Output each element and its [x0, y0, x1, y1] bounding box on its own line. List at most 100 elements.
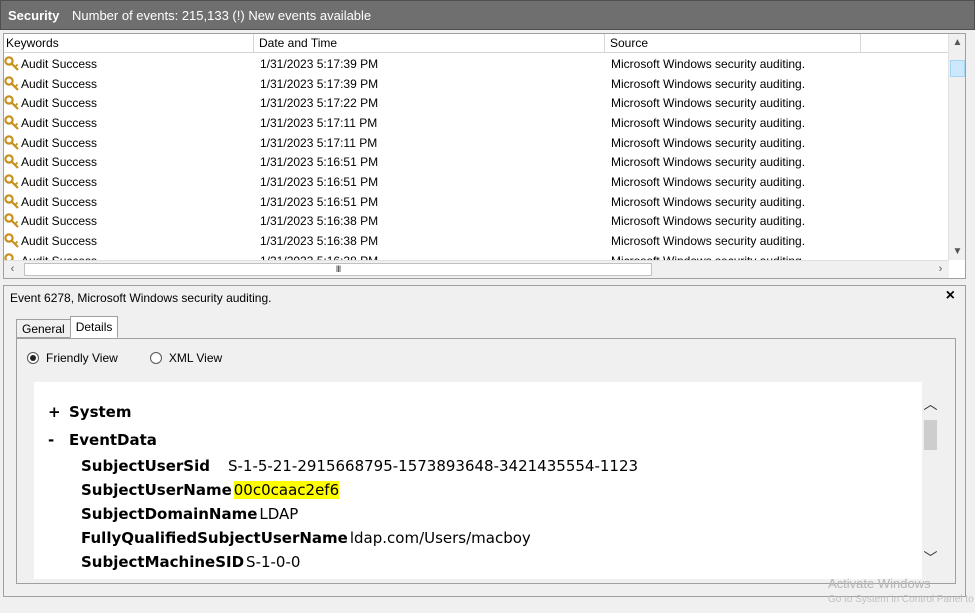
expand-icon[interactable]: + [48, 403, 69, 421]
scroll-up-arrow-icon[interactable]: ▲ [949, 34, 965, 51]
row-date-time: 1/31/2023 5:16:51 PM [260, 174, 379, 189]
chevron-up-icon[interactable]: ︿ [922, 394, 939, 412]
event-detail-title: Event 6278, Microsoft Windows security a… [10, 291, 272, 305]
friendly-view-radio[interactable]: Friendly View [27, 351, 118, 365]
row-source: Microsoft Windows security auditing. [611, 174, 806, 189]
list-vertical-scrollbar[interactable]: ▲ ▼ [948, 34, 965, 260]
row-keywords: Audit Success [4, 193, 259, 210]
column-header-keywords[interactable]: Keywords [4, 34, 254, 53]
tree-node-system[interactable]: + System [48, 403, 131, 421]
table-row[interactable]: Audit Success 1/31/2023 5:16:51 PM Microso… [4, 192, 947, 212]
keywords-value: Audit Success [21, 194, 98, 209]
hscroll-thumb[interactable]: III [24, 263, 652, 276]
tab-general[interactable]: General [16, 319, 71, 338]
row-source: Microsoft Windows security auditing. [611, 76, 806, 91]
table-row[interactable]: Audit Success 1/31/2023 5:17:11 PM Microso… [4, 133, 947, 153]
friendly-view-label: Friendly View [46, 351, 118, 365]
row-keywords: Audit Success [4, 134, 259, 151]
key-icon [4, 174, 20, 190]
event-data-field: FullyQualifiedSubjectUserName ldap.com/Us… [81, 529, 531, 547]
table-row[interactable]: Audit Success 1/31/2023 5:17:11 PM Microso… [4, 113, 947, 133]
event-rows: Audit Success 1/31/2023 5:17:39 PM Microso… [4, 54, 947, 260]
chevron-down-icon[interactable]: ﹀ [922, 548, 939, 566]
row-keywords: Audit Success [4, 115, 259, 131]
row-keywords: Audit Success [4, 213, 259, 229]
event-list[interactable]: Keywords Date and Time Source Audit Succ… [3, 33, 966, 279]
event-data-field: SubjectUserSid S-1-5-21-2915668795-157389… [81, 457, 638, 475]
column-header-extra[interactable] [861, 34, 949, 53]
detail-scroll-thumb[interactable] [924, 420, 937, 450]
row-source: Microsoft Windows security auditing. [611, 135, 806, 150]
friendly-view-content: + System - EventData SubjectUserSid S-1-5-2… [34, 382, 922, 579]
field-key: SubjectDomainName [81, 505, 258, 523]
table-row[interactable]: Audit Success1/31/2023 5:16:38 PMMicroso… [4, 212, 947, 232]
table-row[interactable]: Audit Success 1/31/2023 5:17:39 PM Microso… [4, 74, 947, 94]
table-row[interactable]: Audit Success 1/31/2023 5:16:51 PM Microso… [4, 172, 947, 192]
row-keywords: Audit Success [4, 233, 259, 249]
row-date-time: 1/31/2023 5:16:38 PM [260, 214, 379, 229]
details-tab-panel: Friendly View XML View + System - EventDat… [16, 338, 956, 584]
row-source: Microsoft Windows security auditing. [611, 115, 806, 130]
tree-node-eventdata[interactable]: - EventData [48, 431, 157, 449]
keywords-value: Audit Success [21, 214, 98, 229]
event-data-field: SubjectDomainName LDAP [81, 505, 298, 523]
row-keywords: Audit Success [4, 75, 259, 92]
view-mode-selector: Friendly View XML View [27, 351, 254, 365]
key-icon [4, 154, 20, 170]
event-detail-pane: Event 6278, Microsoft Windows security a… [3, 285, 966, 597]
field-key: SubjectUserName [81, 481, 232, 499]
detail-tabs: General Details [16, 316, 119, 338]
title-bar: Security Number of events: 215,133 (!) N… [0, 0, 975, 30]
scroll-down-arrow-icon[interactable]: ▼ [949, 243, 965, 260]
key-icon [4, 233, 20, 249]
row-source: Microsoft Windows security auditing. [611, 234, 806, 249]
row-date-time: 1/31/2023 5:17:11 PM [260, 115, 378, 130]
table-row[interactable]: Audit Success 1/31/2023 5:16:51 PM Microso… [4, 152, 947, 172]
detail-vertical-scrollbar[interactable]: ︿ ﹀ [922, 382, 939, 579]
keywords-value: Audit Success [21, 174, 98, 189]
field-value: S-1-0-0 [246, 553, 301, 571]
row-date-time: 1/31/2023 5:17:39 PM [260, 76, 379, 91]
table-row[interactable]: Audit Success1/31/2023 5:16:38 PMMicroso… [4, 251, 947, 260]
row-keywords: Audit Success [4, 95, 259, 111]
close-icon[interactable]: × [946, 287, 955, 305]
keywords-value: Audit Success [21, 135, 98, 150]
key-icon [4, 193, 20, 210]
keywords-value: Audit Success [21, 115, 98, 130]
key-icon [4, 56, 20, 72]
event-count-status: Number of events: 215,133 (!) New events… [72, 7, 372, 23]
column-header-source[interactable]: Source [605, 34, 861, 53]
radio-unselected-icon [149, 352, 162, 364]
scroll-left-arrow-icon[interactable]: ‹ [4, 261, 21, 278]
row-source: Microsoft Windows security auditing. [611, 56, 806, 71]
xml-view-radio[interactable]: XML View [149, 351, 222, 365]
event-data-field: SubjectUserName 00c0caac2ef6 [81, 481, 340, 499]
scroll-right-arrow-icon[interactable]: › [932, 261, 949, 278]
keywords-value: Audit Success [21, 76, 98, 91]
tab-details[interactable]: Details [69, 316, 119, 338]
key-icon [4, 115, 20, 131]
field-value: 00c0caac2ef6 [233, 481, 340, 499]
keywords-value: Audit Success [21, 56, 98, 71]
row-keywords: Audit Success [4, 174, 259, 190]
list-header: Keywords Date and Time Source [4, 34, 949, 53]
row-date-time: 1/31/2023 5:17:11 PM [260, 135, 378, 150]
row-source: Microsoft Windows security auditing. [611, 155, 806, 170]
column-header-date-time[interactable]: Date and Time [254, 34, 605, 53]
list-horizontal-scrollbar[interactable]: ‹ III › [4, 260, 949, 278]
field-value: ldap.com/Users/macboy [349, 529, 531, 547]
field-value: LDAP [259, 505, 299, 523]
collapse-icon[interactable]: - [48, 431, 69, 449]
key-icon [4, 75, 20, 92]
row-date-time: 1/31/2023 5:17:39 PM [260, 56, 379, 71]
table-row[interactable]: Audit Success1/31/2023 5:16:38 PMMicroso… [4, 231, 947, 251]
table-row[interactable]: Audit Success 1/31/2023 5:17:22 PM Microso… [4, 93, 947, 113]
field-value: S-1-5-21-2915668795-1573893648-342143555… [227, 457, 639, 475]
table-row[interactable]: Audit Success 1/31/2023 5:17:39 PM Microso… [4, 54, 947, 74]
row-keywords: Audit Success [4, 56, 259, 72]
row-source: Microsoft Windows security auditing. [611, 96, 806, 111]
key-icon [4, 213, 20, 229]
list-scroll-thumb[interactable] [950, 60, 965, 77]
tree-node-label: EventData [69, 431, 157, 449]
row-date-time: 1/31/2023 5:16:51 PM [260, 155, 379, 170]
